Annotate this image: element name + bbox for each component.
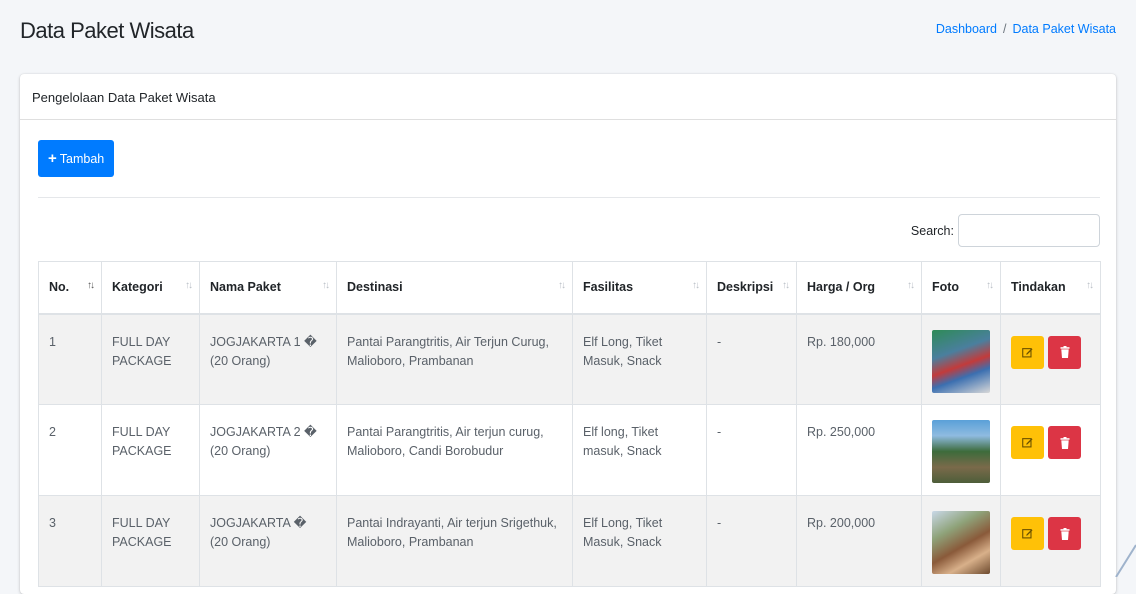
edit-button[interactable]: [1011, 517, 1044, 550]
sort-icon: ↑↓: [986, 280, 992, 291]
table-row: 2 FULL DAY PACKAGE JOGJAKARTA 2 � (20 Or…: [39, 405, 1101, 496]
cell-foto: [922, 496, 1001, 587]
page-title: Data Paket Wisata: [20, 18, 194, 44]
cell-nama-paket: JOGJAKARTA 1 � (20 Orang): [200, 314, 337, 405]
sort-icon: ↑↓: [692, 280, 698, 291]
package-photo: [932, 420, 990, 483]
data-table: No. ↑↓ Kategori ↑↓ Nama Paket ↑↓ Destinasi ↑…: [38, 261, 1101, 587]
card-title: Pengelolaan Data Paket Wisata: [20, 74, 1116, 120]
search-label: Search:: [911, 224, 954, 238]
breadcrumb-separator: /: [1003, 22, 1006, 36]
cell-destinasi: Pantai Parangtritis, Air terjun curug, M…: [337, 405, 573, 496]
corner-decoration: [1106, 537, 1136, 577]
content-header: Data Paket Wisata Dashboard / Data Paket W…: [0, 0, 1136, 70]
search-row: Search:: [38, 214, 1100, 247]
delete-button[interactable]: [1048, 517, 1081, 550]
edit-button[interactable]: [1011, 336, 1044, 369]
card-body: + Tambah Search: No. ↑↓ Kategori ↑↓ Nama P…: [20, 120, 1116, 587]
breadcrumb-current: Data Paket Wisata: [1012, 22, 1116, 36]
cell-kategori: FULL DAY PACKAGE: [102, 405, 200, 496]
cell-no: 2: [39, 405, 102, 496]
breadcrumb-home-link[interactable]: Dashboard: [936, 22, 997, 36]
column-header-label: Harga / Org: [807, 280, 875, 294]
sort-icon: ↑↓: [558, 280, 564, 291]
cell-no: 1: [39, 314, 102, 405]
cell-tindakan: [1001, 314, 1101, 405]
trash-icon: [1060, 437, 1070, 449]
cell-kategori: FULL DAY PACKAGE: [102, 314, 200, 405]
sort-icon: ↑↓: [907, 280, 913, 291]
edit-icon: [1022, 437, 1033, 448]
column-header-deskripsi[interactable]: Deskripsi ↑↓: [707, 262, 797, 314]
edit-button[interactable]: [1011, 426, 1044, 459]
edit-icon: [1022, 528, 1033, 539]
column-header-label: Destinasi: [347, 280, 403, 294]
table-row: 1 FULL DAY PACKAGE JOGJAKARTA 1 � (20 Or…: [39, 314, 1101, 405]
search-input[interactable]: [958, 214, 1100, 247]
package-photo: [932, 330, 990, 393]
edit-icon: [1022, 347, 1033, 358]
sort-icon: ↑↓: [322, 280, 328, 291]
sort-icon: ↑↓: [782, 280, 788, 291]
column-header-destinasi[interactable]: Destinasi ↑↓: [337, 262, 573, 314]
cell-deskripsi: -: [707, 496, 797, 587]
cell-destinasi: Pantai Indrayanti, Air terjun Srigethuk,…: [337, 496, 573, 587]
table-row: 3 FULL DAY PACKAGE JOGJAKARTA � (20 Oran…: [39, 496, 1101, 587]
column-header-label: Tindakan: [1011, 280, 1066, 294]
column-header-foto[interactable]: Foto ↑↓: [922, 262, 1001, 314]
table-header-row: No. ↑↓ Kategori ↑↓ Nama Paket ↑↓ Destinasi ↑…: [39, 262, 1101, 314]
delete-button[interactable]: [1048, 426, 1081, 459]
cell-deskripsi: -: [707, 314, 797, 405]
column-header-label: Kategori: [112, 280, 163, 294]
cell-fasilitas: Elf Long, Tiket Masuk, Snack: [573, 314, 707, 405]
cell-fasilitas: Elf long, Tiket masuk, Snack: [573, 405, 707, 496]
cell-destinasi: Pantai Parangtritis, Air Terjun Curug, M…: [337, 314, 573, 405]
column-header-kategori[interactable]: Kategori ↑↓: [102, 262, 200, 314]
plus-icon: +: [48, 151, 57, 166]
sort-icon: ↑↓: [87, 280, 93, 291]
cell-kategori: FULL DAY PACKAGE: [102, 496, 200, 587]
cell-tindakan: [1001, 496, 1101, 587]
column-header-fasilitas[interactable]: Fasilitas ↑↓: [573, 262, 707, 314]
column-header-tindakan[interactable]: Tindakan ↑↓: [1001, 262, 1101, 314]
trash-icon: [1060, 346, 1070, 358]
trash-icon: [1060, 528, 1070, 540]
sort-icon: ↑↓: [185, 280, 191, 291]
cell-fasilitas: Elf Long, Tiket Masuk, Snack: [573, 496, 707, 587]
cell-no: 3: [39, 496, 102, 587]
column-header-no[interactable]: No. ↑↓: [39, 262, 102, 314]
add-button[interactable]: + Tambah: [38, 140, 114, 177]
cell-harga: Rp. 180,000: [797, 314, 922, 405]
cell-harga: Rp. 250,000: [797, 405, 922, 496]
cell-harga: Rp. 200,000: [797, 496, 922, 587]
column-header-label: Nama Paket: [210, 280, 281, 294]
column-header-label: No.: [49, 280, 69, 294]
cell-nama-paket: JOGJAKARTA 2 � (20 Orang): [200, 405, 337, 496]
column-header-label: Fasilitas: [583, 280, 633, 294]
add-button-label: Tambah: [60, 152, 104, 166]
column-header-nama-paket[interactable]: Nama Paket ↑↓: [200, 262, 337, 314]
data-card: Pengelolaan Data Paket Wisata + Tambah S…: [20, 74, 1116, 594]
cell-deskripsi: -: [707, 405, 797, 496]
breadcrumb: Dashboard / Data Paket Wisata: [936, 22, 1116, 36]
cell-tindakan: [1001, 405, 1101, 496]
column-header-label: Deskripsi: [717, 280, 773, 294]
package-photo: [932, 511, 990, 574]
column-header-harga[interactable]: Harga / Org ↑↓: [797, 262, 922, 314]
sort-icon: ↑↓: [1086, 280, 1092, 291]
cell-nama-paket: JOGJAKARTA � (20 Orang): [200, 496, 337, 587]
column-header-label: Foto: [932, 280, 959, 294]
cell-foto: [922, 314, 1001, 405]
cell-foto: [922, 405, 1001, 496]
delete-button[interactable]: [1048, 336, 1081, 369]
divider: [38, 197, 1100, 198]
